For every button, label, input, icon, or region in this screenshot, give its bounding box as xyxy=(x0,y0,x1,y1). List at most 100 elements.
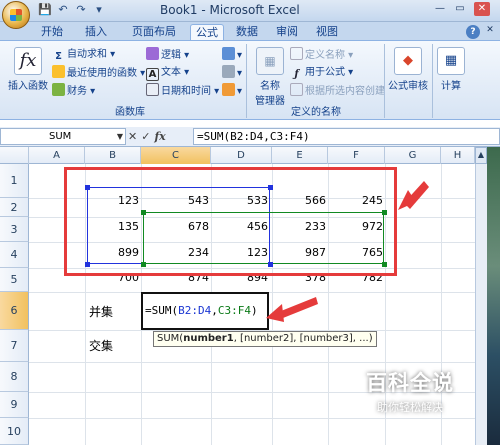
tab-page-layout[interactable]: 页面布局 xyxy=(126,24,182,40)
insert-function-button[interactable]: fx 插入函数 xyxy=(6,47,50,92)
column-header-g[interactable]: G xyxy=(385,147,441,164)
scroll-up-arrow-icon[interactable]: ▲ xyxy=(475,147,487,164)
group-divider xyxy=(432,44,433,118)
star-icon xyxy=(52,65,65,78)
math-button[interactable]: ▾ xyxy=(222,65,242,82)
row-header-3[interactable]: 3 xyxy=(0,217,29,242)
row-header-7[interactable]: 7 xyxy=(0,330,29,362)
formula-suffix: ) xyxy=(251,304,258,317)
grid-line xyxy=(29,362,475,363)
tooltip-current-arg: number1 xyxy=(183,333,234,344)
insert-function-icon[interactable]: fx xyxy=(154,129,165,144)
row-header-8[interactable]: 8 xyxy=(0,362,29,392)
function-argument-tooltip[interactable]: SUM(number1, [number2], [number3], ...) xyxy=(153,331,377,347)
row-header-4[interactable]: 4 xyxy=(0,242,29,268)
text-icon: A xyxy=(146,68,159,81)
qat-dropdown-icon[interactable]: ▾ xyxy=(92,3,106,17)
calculation-button[interactable]: ▦ 计算 xyxy=(434,47,468,92)
more-functions-button[interactable]: ▾ xyxy=(222,83,242,100)
column-headers: A B C D E F G H xyxy=(0,147,500,164)
recently-used-button[interactable]: 最近使用的函数 ▾ xyxy=(52,65,145,82)
formula-ref-c3-f4: C3:F4 xyxy=(217,304,251,317)
group-divider xyxy=(384,44,385,118)
lookup-button[interactable]: ▾ xyxy=(222,47,242,64)
window-title: Book1 - Microsoft Excel xyxy=(160,3,300,17)
vertical-scrollbar[interactable] xyxy=(475,164,487,445)
formula-auditing-button[interactable]: ◆ 公式审核 xyxy=(386,47,430,92)
define-name-label: 定义名称 xyxy=(305,50,345,61)
formula-bar: SUM ▼ ✕ ✓ fx =SUM(B2:D4,C3:F4) xyxy=(0,127,500,147)
row-header-1[interactable]: 1 xyxy=(0,164,29,198)
ribbon-close-icon[interactable]: ✕ xyxy=(482,23,498,37)
logical-button[interactable]: 逻辑 ▾ xyxy=(146,47,189,64)
date-time-button[interactable]: 日期和时间 ▾ xyxy=(146,83,219,100)
tab-review[interactable]: 审阅 xyxy=(272,24,302,40)
intersection-label[interactable]: 交集 xyxy=(89,337,113,354)
arrow-icon xyxy=(398,181,429,210)
watermark-logo: 百科全说 助你轻松解决 xyxy=(350,367,470,415)
row-header-2[interactable]: 2 xyxy=(0,198,29,217)
column-header-c[interactable]: C xyxy=(141,147,211,164)
calculation-label: 计算 xyxy=(441,81,461,92)
money-icon xyxy=(52,83,65,96)
tab-view[interactable]: 视图 xyxy=(312,24,342,40)
text-button[interactable]: A 文本 ▾ xyxy=(146,65,189,81)
create-from-selection-icon xyxy=(290,83,303,96)
watermark-title: 百科全说 xyxy=(366,371,454,395)
tab-formulas[interactable]: 公式 xyxy=(190,24,224,40)
grid-line xyxy=(29,418,475,419)
row-header-6[interactable]: 6 xyxy=(0,292,29,330)
title-bar: 💾 ↶ ↷ ▾ Book1 - Microsoft Excel — ▭ ✕ xyxy=(0,0,500,22)
create-from-selection-button[interactable]: 根据所选内容创建 xyxy=(290,83,385,100)
formula-input[interactable]: =SUM(B2:D4,C3:F4) xyxy=(193,128,500,145)
select-all-corner[interactable] xyxy=(0,147,29,164)
row-header-10[interactable]: 10 xyxy=(0,418,29,445)
logical-icon xyxy=(146,47,159,60)
define-name-button[interactable]: 定义名称 ▾ xyxy=(290,47,353,64)
name-box-value: SUM xyxy=(49,131,72,142)
tab-home[interactable]: 开始 xyxy=(36,24,68,40)
enter-icon[interactable]: ✓ xyxy=(141,129,150,144)
close-button[interactable]: ✕ xyxy=(474,2,490,16)
defined-names-group-label: 定义的名称 xyxy=(291,107,341,118)
autosum-button[interactable]: Σ 自动求和 ▾ xyxy=(52,47,115,63)
undo-icon[interactable]: ↶ xyxy=(56,3,70,17)
row-header-9[interactable]: 9 xyxy=(0,392,29,418)
formula-ref-b2-d4: B2:D4 xyxy=(178,304,212,317)
function-library-group-label: 函数库 xyxy=(115,107,145,118)
name-manager-label-1: 名称 xyxy=(260,81,280,92)
math-icon xyxy=(222,65,235,78)
column-header-a[interactable]: A xyxy=(29,147,85,164)
cancel-icon[interactable]: ✕ xyxy=(128,129,137,144)
column-header-e[interactable]: E xyxy=(272,147,328,164)
office-button[interactable] xyxy=(2,1,30,29)
redo-icon[interactable]: ↷ xyxy=(74,3,88,17)
tooltip-rest-args: , [number2], [number3], ...) xyxy=(233,333,373,344)
tab-data[interactable]: 数据 xyxy=(232,24,262,40)
name-manager-button[interactable]: ▦ 名称 管理器 xyxy=(250,47,290,107)
column-header-d[interactable]: D xyxy=(211,147,272,164)
union-label[interactable]: 并集 xyxy=(89,303,113,320)
financial-button[interactable]: 财务 ▾ xyxy=(52,83,95,100)
financial-label: 财务 xyxy=(67,86,87,97)
save-icon[interactable]: 💾 xyxy=(38,3,52,17)
watermark-subtitle: 助你轻松解决 xyxy=(377,401,443,414)
help-icon[interactable]: ? xyxy=(466,25,480,39)
use-in-formula-button[interactable]: ƒ 用于公式 ▾ xyxy=(290,65,353,81)
minimize-button[interactable]: — xyxy=(432,2,448,16)
name-manager-icon: ▦ xyxy=(256,47,284,75)
column-header-f[interactable]: F xyxy=(328,147,385,164)
name-box[interactable]: SUM ▼ xyxy=(0,128,126,145)
use-in-formula-label: 用于公式 xyxy=(305,67,345,78)
chevron-down-icon[interactable]: ▼ xyxy=(117,129,123,144)
recently-used-label: 最近使用的函数 xyxy=(67,68,137,79)
ribbon-tab-bar: 开始 插入 页面布局 公式 数据 审阅 视图 ? ✕ xyxy=(0,22,500,40)
row-header-5[interactable]: 5 xyxy=(0,268,29,292)
tab-insert[interactable]: 插入 xyxy=(80,24,112,40)
tooltip-function: SUM( xyxy=(157,333,184,344)
restore-button[interactable]: ▭ xyxy=(452,2,468,16)
column-header-b[interactable]: B xyxy=(85,147,141,164)
cell-c6-editor[interactable]: =SUM(B2:D4,C3:F4) xyxy=(141,292,269,330)
formula-auditing-icon: ◆ xyxy=(394,47,422,75)
column-header-h[interactable]: H xyxy=(441,147,475,164)
